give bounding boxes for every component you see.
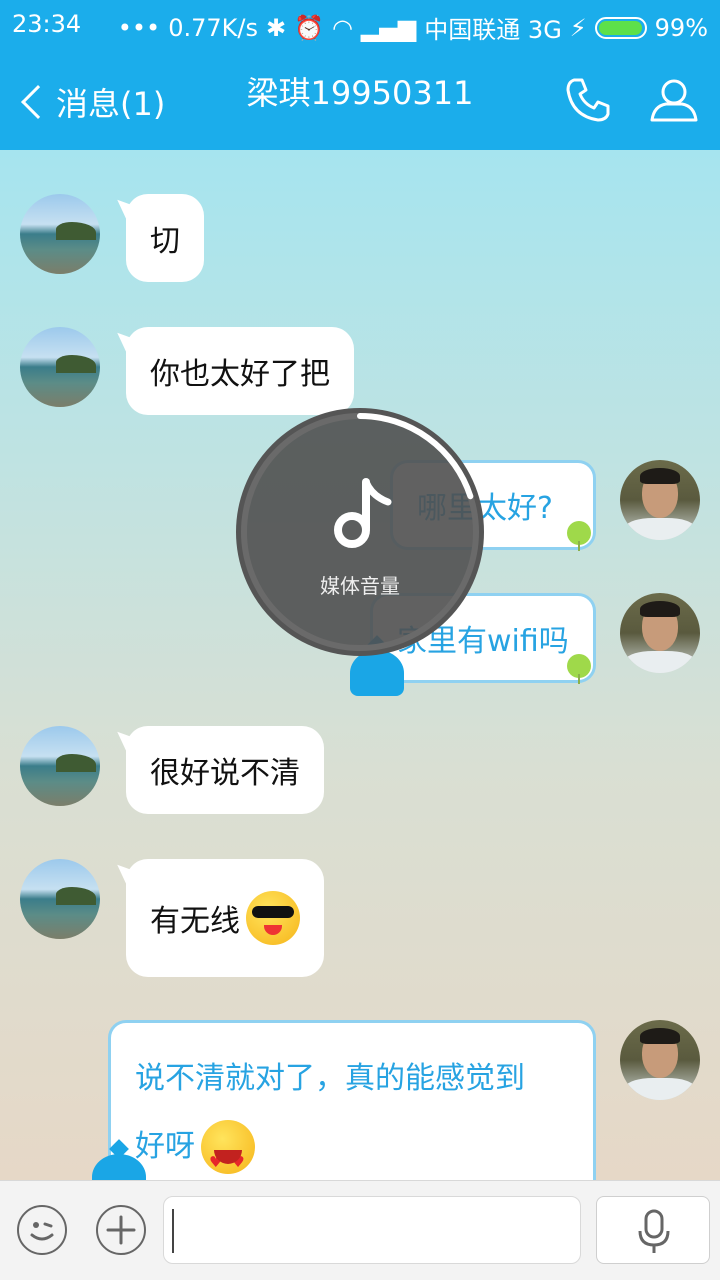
contact-avatar[interactable] [20, 327, 100, 407]
heart-eyes-emoji-icon [201, 1120, 255, 1180]
add-button[interactable] [96, 1205, 146, 1255]
message-text: 很好说不清 [150, 756, 300, 791]
status-bar: 23:34 ••• 0.77K/s ✱ ⏰ ◠ ▂▄▆ 中国联通 3G ⚡ 99… [0, 0, 720, 50]
microphone-icon [638, 1209, 670, 1253]
phone-icon [566, 78, 610, 122]
profile-button[interactable] [646, 72, 702, 128]
my-avatar[interactable] [620, 593, 700, 673]
battery-percent: 99% [654, 13, 708, 42]
voice-button[interactable] [596, 1196, 710, 1264]
contact-avatar[interactable] [20, 859, 100, 939]
smiley-icon [30, 1222, 54, 1241]
volume-label: 媒体音量 [320, 574, 400, 598]
sunglasses-emoji-icon [246, 891, 300, 945]
network-speed: 0.77K/s [168, 13, 258, 42]
message-input[interactable] [163, 1196, 581, 1264]
tree-decoration-icon [567, 521, 591, 551]
more-dots-icon: ••• [117, 13, 161, 42]
signal-icon: ▂▄▆ [360, 13, 417, 42]
incoming-message[interactable]: 很好说不清 [126, 726, 324, 814]
avatar-hair [640, 468, 680, 484]
tree-decoration-icon [567, 654, 591, 684]
plus-icon [106, 1215, 136, 1245]
avatar-shirt [626, 1078, 694, 1100]
water-drop-mascot-icon [350, 650, 404, 696]
avatar-shirt [626, 518, 694, 540]
chat-area[interactable]: 切 你也太好了把 哪里太好? 家里有wifi吗 很好说不清 有无线 说不清就对了… [0, 150, 720, 1180]
profile-icon [650, 79, 698, 122]
battery-fill [598, 20, 643, 35]
bluetooth-icon: ✱ [265, 13, 287, 42]
battery-icon [594, 16, 647, 39]
contact-avatar[interactable] [20, 726, 100, 806]
status-right-group: ••• 0.77K/s ✱ ⏰ ◠ ▂▄▆ 中国联通 3G ⚡ 99% [118, 10, 708, 45]
message-text-line2-row: 好呀 [135, 1113, 255, 1180]
wifi-icon: ◠ [331, 13, 353, 42]
charging-icon: ⚡ [569, 13, 587, 42]
music-note-icon [334, 478, 392, 548]
volume-overlay: 媒体音量 [236, 408, 484, 656]
incoming-message[interactable]: 你也太好了把 [126, 327, 354, 415]
avatar-shirt [626, 651, 694, 673]
input-bar [0, 1180, 720, 1280]
alarm-icon: ⏰ [294, 13, 324, 42]
outgoing-message[interactable]: 说不清就对了，真的能感觉到 好呀 [108, 1020, 596, 1180]
avatar-hair [640, 601, 680, 617]
incoming-message[interactable]: 有无线 [126, 859, 324, 977]
emoji-button[interactable] [17, 1205, 67, 1255]
carrier-name: 中国联通 3G [424, 16, 562, 44]
text-cursor [172, 1209, 174, 1253]
avatar-hair [640, 1028, 680, 1044]
my-avatar[interactable] [620, 1020, 700, 1100]
status-time: 23:34 [12, 10, 82, 38]
message-text: 切 [150, 224, 180, 259]
incoming-message[interactable]: 切 [126, 194, 204, 282]
contact-avatar[interactable] [20, 194, 100, 274]
title-bar: 消息(1) 梁琪19950311 [0, 50, 720, 150]
message-text: 有无线 [150, 904, 240, 939]
message-text-line1: 说不清就对了，真的能感觉到 [135, 1061, 525, 1096]
call-button[interactable] [560, 72, 616, 128]
my-avatar[interactable] [620, 460, 700, 540]
message-text: 你也太好了把 [150, 357, 330, 392]
